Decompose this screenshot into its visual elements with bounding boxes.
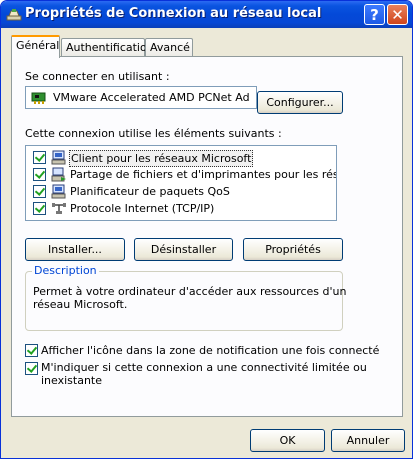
notify-label-line2: inexistante (41, 374, 103, 387)
configure-button[interactable]: Configurer... (257, 91, 343, 114)
show-icon-label: Afficher l'icône dans la zone de notific… (41, 344, 380, 357)
description-title: Description (32, 264, 99, 277)
cancel-button[interactable]: Annuler (331, 429, 405, 452)
list-item-tcpip[interactable]: Protocole Internet (TCP/IP) (26, 200, 336, 217)
help-button[interactable]: ? (364, 4, 385, 25)
network-protocol-icon (52, 203, 66, 214)
general-tab-panel: Se connecter en utilisant : VMware Accel… (11, 56, 403, 417)
tab-authentication[interactable]: Authentification (61, 38, 154, 56)
description-text-line1: Permet à votre ordinateur d'accéder aux … (33, 285, 347, 298)
qos-scheduler-icon (51, 184, 66, 199)
list-item-client[interactable]: Client pour les réseaux Microsoft (26, 149, 336, 167)
network-connection-icon (6, 9, 22, 21)
adapter-name: VMware Accelerated AMD PCNet Ad (53, 91, 250, 104)
components-list[interactable]: Client pour les réseaux Microsoft Partag… (25, 145, 337, 221)
properties-dialog: Propriétés de Connexion au réseau local … (0, 0, 413, 459)
connect-using-label: Se connecter en utilisant : (25, 70, 170, 83)
close-button[interactable]: ✕ (387, 4, 408, 25)
tab-general[interactable]: Général (11, 35, 60, 58)
uninstall-button[interactable]: Désinstaller (134, 238, 233, 261)
properties-button[interactable]: Propriétés (243, 238, 343, 261)
adapter-field: VMware Accelerated AMD PCNet Ad (25, 86, 257, 109)
list-item-qos[interactable]: Planificateur de paquets QoS (26, 183, 336, 200)
install-button[interactable]: Installer... (25, 238, 125, 261)
components-label: Cette connexion utilise les éléments sui… (25, 127, 282, 140)
tab-advanced[interactable]: Avancé (145, 38, 193, 56)
component-label: Protocole Internet (TCP/IP) (70, 202, 215, 215)
component-label: Planificateur de paquets QoS (70, 185, 230, 198)
file-printer-sharing-icon (51, 167, 66, 182)
list-item-file-sharing[interactable]: Partage de fichiers et d'imprimantes pou… (26, 166, 336, 183)
component-checkbox[interactable] (33, 185, 46, 198)
component-checkbox[interactable] (33, 151, 46, 164)
notify-label-line1: M'indiquer si cette connexion a une conn… (41, 361, 367, 374)
component-checkbox[interactable] (33, 168, 46, 181)
ok-button[interactable]: OK (250, 429, 325, 452)
notify-limited-connectivity-checkbox[interactable] (25, 362, 38, 375)
component-label: Client pour les réseaux Microsoft (69, 150, 254, 167)
network-client-icon (51, 150, 66, 165)
network-adapter-icon (31, 92, 46, 104)
description-text-line2: réseau Microsoft. (33, 298, 128, 311)
show-icon-checkbox[interactable] (25, 344, 38, 357)
component-label: Partage de fichiers et d'imprimantes pou… (70, 168, 337, 181)
component-checkbox[interactable] (33, 202, 46, 215)
title-bar[interactable]: Propriétés de Connexion au réseau local … (1, 1, 412, 28)
window-title: Propriétés de Connexion au réseau local (25, 6, 322, 21)
